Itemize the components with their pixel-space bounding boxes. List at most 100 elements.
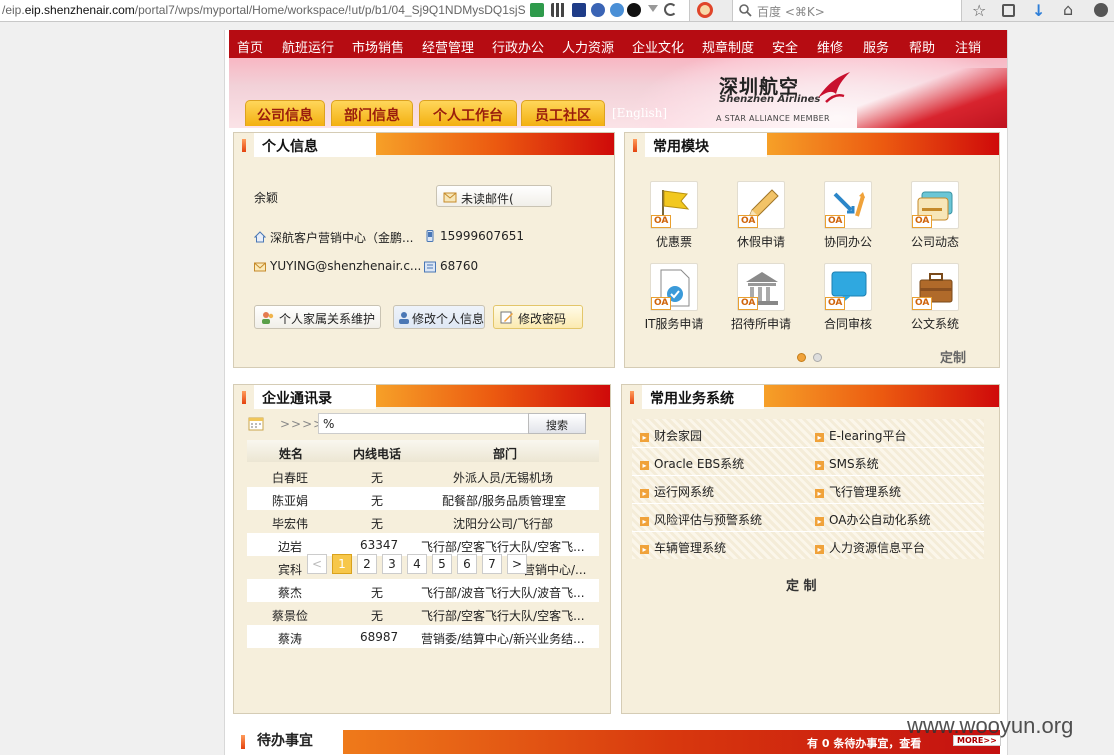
module-discount-ticket[interactable]: OA 优惠票	[634, 181, 714, 250]
search-bar[interactable]: 百度 <⌘K>	[732, 0, 962, 21]
module-contract-review[interactable]: OA 合同审核	[808, 263, 888, 332]
nav-item-culture[interactable]: 企业文化	[632, 37, 684, 56]
carousel-dot[interactable]	[813, 353, 822, 362]
table-row[interactable]: 蔡涛 68987 营销委/结算中心/新兴业务结...	[247, 625, 599, 648]
biz-item-sms[interactable]: ▸ SMS系统	[815, 455, 879, 472]
header-marker	[242, 391, 246, 404]
biz-item-risk[interactable]: ▸ 风险评估与预警系统	[640, 511, 762, 528]
pager-page-2[interactable]: 2	[357, 554, 377, 574]
nav-item-management[interactable]: 经营管理	[422, 37, 474, 56]
ibm-icon[interactable]	[572, 3, 586, 17]
nav-item-logout[interactable]: 注销	[955, 37, 981, 56]
table-row[interactable]: 陈亚娟 无 配餐部/服务品质管理室	[247, 487, 599, 510]
biz-item-ops-network[interactable]: ▸ 运行网系统	[640, 483, 714, 500]
english-link[interactable]: [English]	[612, 106, 667, 120]
pager-page-3[interactable]: 3	[382, 554, 402, 574]
biz-item-finance[interactable]: ▸ 财会家园	[640, 427, 702, 444]
search-icon	[739, 4, 752, 17]
panel-header: 常用模块	[625, 133, 999, 157]
download-icon[interactable]: ↓	[1032, 1, 1045, 20]
reading-list-icon[interactable]	[1002, 4, 1015, 17]
module-guesthouse[interactable]: OA 招待所申请	[721, 263, 801, 332]
search-input-value: %	[323, 417, 335, 431]
panel-title: 常用业务系统	[642, 385, 764, 409]
biz-item-vehicle[interactable]: ▸ 车辆管理系统	[640, 539, 726, 556]
biz-item-elearning[interactable]: ▸ E-learing平台	[815, 427, 906, 444]
block-icon[interactable]	[697, 2, 713, 18]
pager-page-6[interactable]: 6	[457, 554, 477, 574]
module-it-service[interactable]: OA IT服务申请	[634, 263, 714, 332]
moon-icon[interactable]	[591, 3, 605, 17]
tab-personal-workspace[interactable]: 个人工作台	[419, 100, 517, 126]
nav-item-home[interactable]: 首页	[237, 37, 263, 56]
header-gradient	[767, 133, 999, 155]
biz-item-oracle-ebs[interactable]: ▸ Oracle EBS系统	[640, 455, 744, 472]
pager-prev[interactable]: <	[307, 554, 327, 574]
arrow-icon: ▸	[640, 517, 649, 526]
todo-notice[interactable]: 有 0 条待办事宜，查看	[807, 735, 921, 751]
business-customize-link[interactable]: 定 制	[786, 575, 817, 594]
tab-department-info[interactable]: 部门信息	[331, 100, 413, 126]
module-leave-request[interactable]: OA 休假申请	[721, 181, 801, 250]
web-icon[interactable]	[610, 3, 624, 17]
family-relations-button[interactable]: 个人家属关系维护	[254, 305, 381, 329]
table-row[interactable]: 白春旺 无 外派人员/无锡机场	[247, 464, 599, 487]
arrow-icon: ▸	[815, 489, 824, 498]
table-row[interactable]: 蔡杰 无 飞行部/波音飞行大队/波音飞...	[247, 579, 599, 602]
otk-icon[interactable]	[627, 3, 641, 17]
nav-item-maintenance[interactable]: 维修	[817, 37, 843, 56]
shield-icon[interactable]	[530, 3, 544, 17]
nav-item-help[interactable]: 帮助	[909, 37, 935, 56]
biz-item-oa[interactable]: ▸ OA办公自动化系统	[815, 511, 930, 528]
biz-item-flight-mgmt[interactable]: ▸ 飞行管理系统	[815, 483, 901, 500]
modules-customize-link[interactable]: 定制	[940, 347, 966, 366]
cell-extension: 无	[371, 586, 384, 600]
tab-company-info[interactable]: 公司信息	[245, 100, 325, 126]
chat-icon[interactable]	[1094, 3, 1108, 17]
change-password-label: 修改密码	[518, 312, 567, 326]
carousel-dot-active[interactable]	[797, 353, 806, 362]
nav-item-flight-ops[interactable]: 航班运行	[282, 37, 334, 56]
cell-name: 蔡涛	[278, 632, 303, 646]
nav-item-regulations[interactable]: 规章制度	[702, 37, 754, 56]
pager-page-4[interactable]: 4	[407, 554, 427, 574]
table-row[interactable]: 边岩 63347 飞行部/空客飞行大队/空客飞...	[247, 533, 599, 556]
todo-title: 待办事宜	[257, 733, 313, 749]
module-tile: OA	[911, 263, 959, 311]
family-relations-label: 个人家属关系维护	[279, 312, 376, 326]
biz-item-hr-platform[interactable]: ▸ 人力资源信息平台	[815, 539, 925, 556]
module-label: 合同审核	[823, 317, 872, 331]
top-nav: 首页 航班运行 市场销售 经营管理 行政办公 人力资源 企业文化 规章制度 安全…	[229, 30, 1007, 58]
dropdown-icon[interactable]	[648, 5, 658, 12]
change-password-button[interactable]: 修改密码	[493, 305, 583, 329]
nav-item-marketing[interactable]: 市场销售	[352, 37, 404, 56]
directory-search-button[interactable]: 搜索	[528, 413, 586, 434]
row-divider	[632, 447, 984, 448]
edit-profile-button[interactable]: 修改个人信息	[393, 305, 485, 329]
common-modules-panel: 常用模块 OA 优惠票 OA 休假申请 OA 协同办公 OA 公司动态 OA I…	[624, 132, 1000, 368]
home-icon[interactable]: ⌂	[1063, 0, 1073, 19]
table-row[interactable]: 毕宏伟 无 沈阳分公司/飞行部	[247, 510, 599, 533]
pager-page-1[interactable]: 1	[332, 554, 352, 574]
oa-badge: OA	[825, 297, 846, 310]
tab-employee-community[interactable]: 员工社区	[521, 100, 605, 126]
directory-search-input[interactable]: %	[318, 413, 530, 434]
module-document-system[interactable]: OA 公文系统	[895, 263, 975, 332]
module-collaboration[interactable]: OA 协同办公	[808, 181, 888, 250]
pager-next[interactable]: >	[507, 554, 527, 574]
pager-page-5[interactable]: 5	[432, 554, 452, 574]
star-icon[interactable]: ☆	[972, 1, 986, 20]
unread-mail-button[interactable]: 未读邮件(	[436, 185, 552, 207]
portal-page: 首页 航班运行 市场销售 经营管理 行政办公 人力资源 企业文化 规章制度 安全…	[224, 30, 1008, 755]
table-row[interactable]: 蔡景俭 无 飞行部/空客飞行大队/空客飞...	[247, 602, 599, 625]
nav-item-service[interactable]: 服务	[863, 37, 889, 56]
arrow-icon: ▸	[640, 433, 649, 442]
reload-icon[interactable]	[664, 3, 677, 16]
module-company-news[interactable]: OA 公司动态	[895, 181, 975, 250]
nav-item-admin[interactable]: 行政办公	[492, 37, 544, 56]
nav-item-hr[interactable]: 人力资源	[562, 37, 614, 56]
address-bar[interactable]: /eip.eip.shenzhenair.com/portal7/wps/myp…	[0, 0, 690, 21]
qr-icon[interactable]	[551, 3, 565, 17]
nav-item-safety[interactable]: 安全	[772, 37, 798, 56]
pager-page-7[interactable]: 7	[482, 554, 502, 574]
